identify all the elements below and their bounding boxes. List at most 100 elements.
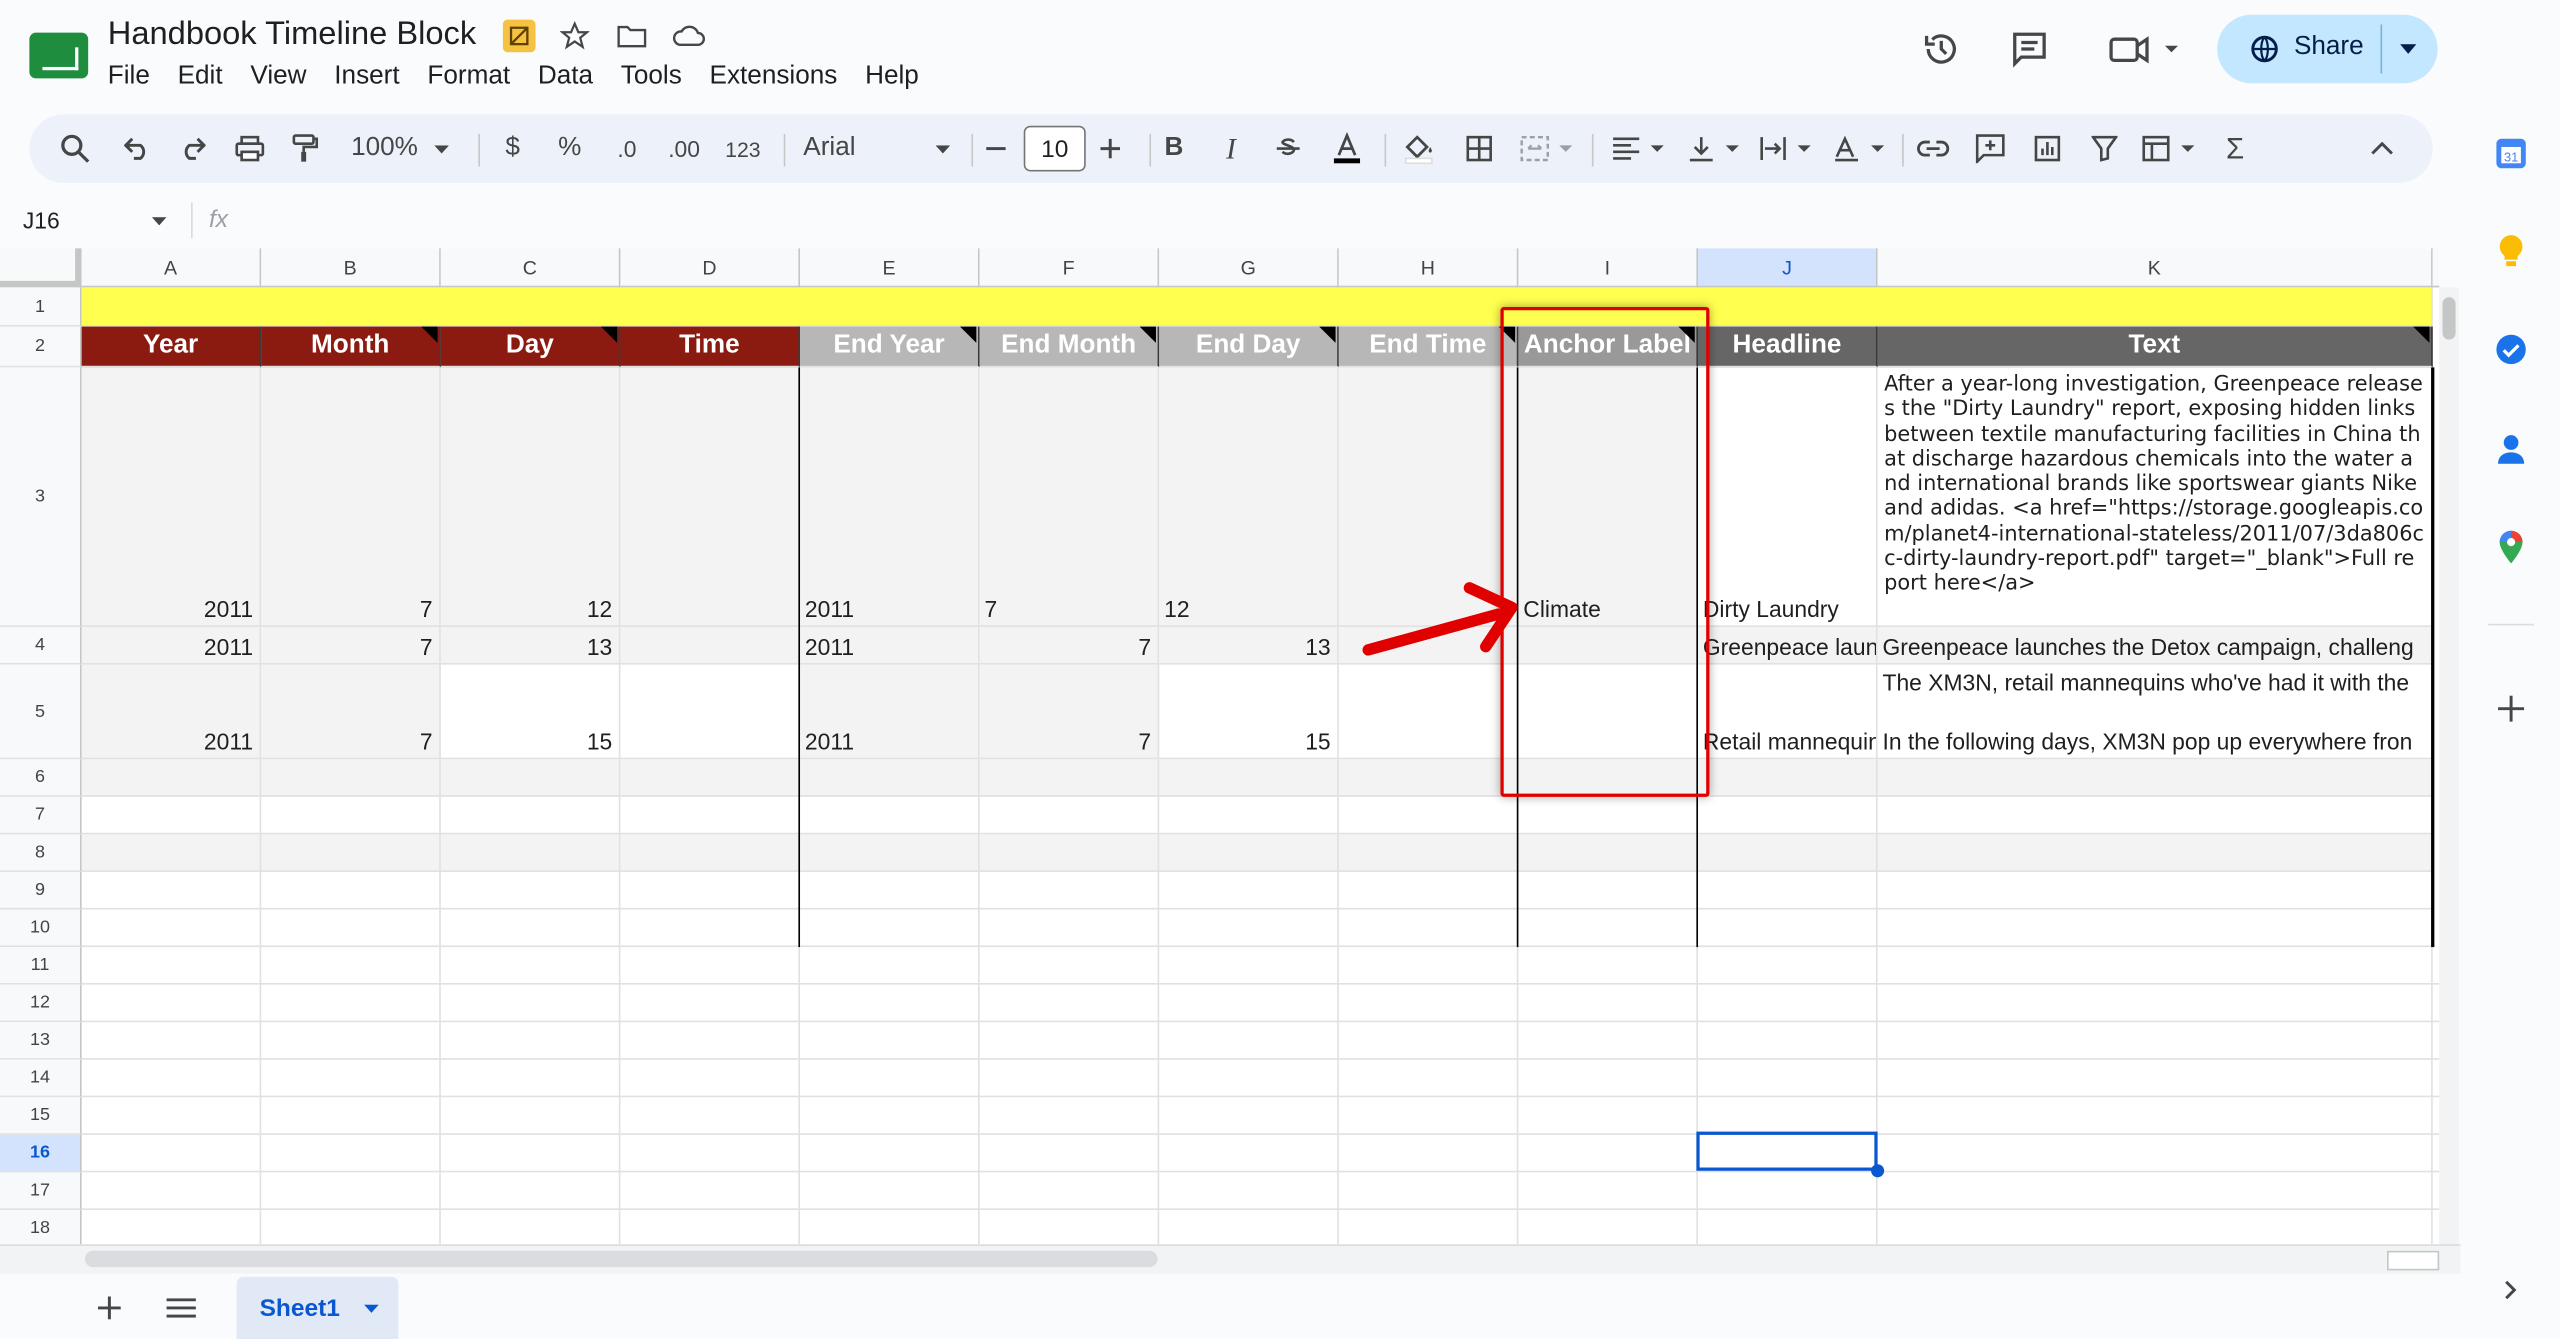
sheet-tab-sheet1[interactable]: Sheet1 <box>236 1276 399 1339</box>
menu-help[interactable]: Help <box>865 62 933 91</box>
gridlines <box>81 326 2440 1245</box>
redo-icon[interactable] <box>173 114 212 183</box>
share-dropdown-icon[interactable] <box>2400 44 2417 54</box>
folder-icon[interactable] <box>616 20 649 53</box>
chevron-down-icon <box>434 144 449 153</box>
calendar-icon[interactable]: 31 <box>2492 134 2531 173</box>
vertical-scrollbar[interactable] <box>2439 287 2459 1245</box>
contacts-icon[interactable] <box>2492 429 2531 468</box>
toolbar-divider <box>1384 133 1387 167</box>
svg-text:31: 31 <box>2504 150 2519 165</box>
strikethrough-icon[interactable] <box>1269 114 1308 183</box>
side-panel-divider <box>2488 623 2534 626</box>
menu-file[interactable]: File <box>108 62 165 91</box>
toolbar-divider <box>783 133 786 167</box>
increase-font-size-button[interactable] <box>1091 114 1130 183</box>
insert-chart-icon[interactable] <box>2028 114 2067 183</box>
collapse-toolbar-icon[interactable] <box>2363 114 2402 183</box>
font-value: Arial <box>803 133 856 162</box>
meet-icon[interactable] <box>2103 28 2181 70</box>
tasks-icon[interactable] <box>2492 330 2531 369</box>
percent-format-button[interactable]: % <box>550 114 589 183</box>
zoom-select[interactable]: 100% <box>343 114 457 183</box>
more-formats-button[interactable]: 123 <box>720 114 766 183</box>
sheets-logo[interactable] <box>29 32 89 79</box>
add-sheet-icon[interactable] <box>91 1290 127 1326</box>
formula-input[interactable] <box>245 199 2449 241</box>
paint-format-icon[interactable] <box>286 114 325 183</box>
text-color-icon[interactable] <box>1326 114 1368 183</box>
version-history-icon[interactable] <box>1920 28 1962 70</box>
undo-icon[interactable] <box>118 114 157 183</box>
decrease-font-size-button[interactable] <box>976 114 1015 183</box>
toolbar-divider <box>1149 133 1152 167</box>
toolbar-divider <box>971 133 974 167</box>
toolbar: 100% $ % .0 .00 123 Arial 10 B I Σ <box>29 114 2433 183</box>
menu-insert[interactable]: Insert <box>334 62 414 91</box>
scroll-arrows[interactable] <box>2387 1250 2440 1271</box>
side-panel <box>2460 0 2560 1339</box>
star-icon[interactable] <box>558 20 591 53</box>
vertical-scrollbar-thumb[interactable] <box>2442 297 2456 340</box>
menu-data[interactable]: Data <box>538 62 608 91</box>
text-rotation-icon[interactable] <box>1827 114 1892 183</box>
fx-icon: fx <box>208 205 229 234</box>
horizontal-align-icon[interactable] <box>1607 114 1672 183</box>
font-size-input[interactable]: 10 <box>1023 125 1086 172</box>
toolbar-divider <box>1591 133 1594 167</box>
filter-views-icon[interactable] <box>2137 114 2202 183</box>
merge-cells-icon[interactable] <box>1515 114 1580 183</box>
name-box-dropdown-icon[interactable] <box>151 217 167 226</box>
insert-link-icon[interactable] <box>1914 114 1953 183</box>
filter-icon[interactable] <box>2085 114 2124 183</box>
share-button[interactable]: Share <box>2217 14 2438 84</box>
move-to-folder-icon[interactable] <box>502 19 536 53</box>
currency-format-button[interactable]: $ <box>493 114 532 183</box>
italic-button[interactable]: I <box>1211 114 1250 183</box>
chevron-down-icon <box>935 144 951 153</box>
vertical-align-icon[interactable] <box>1682 114 1747 183</box>
bold-button[interactable]: B <box>1154 114 1193 183</box>
border-line <box>798 367 801 948</box>
document-title[interactable]: Handbook Timeline Block <box>108 16 476 54</box>
share-label: Share <box>2293 32 2364 61</box>
chevron-down-icon[interactable] <box>364 1304 379 1313</box>
annotation-highlight-box <box>1500 306 1710 797</box>
sheet-tab-label: Sheet1 <box>259 1294 340 1323</box>
font-select[interactable]: Arial <box>803 114 951 183</box>
menu-tools[interactable]: Tools <box>621 62 697 91</box>
fill-handle[interactable] <box>1871 1164 1885 1178</box>
horizontal-scrollbar-thumb[interactable] <box>84 1250 1158 1268</box>
menu-edit[interactable]: Edit <box>178 62 238 91</box>
selected-cell-j16[interactable] <box>1696 1131 1878 1171</box>
increase-decimal-button[interactable]: .00 <box>660 114 709 183</box>
menu-format[interactable]: Format <box>427 62 524 91</box>
comments-icon[interactable] <box>2008 28 2050 70</box>
spreadsheet-grid[interactable]: A B C D E F G H I J K 1 2 3 4 5 6 7 8 9 … <box>0 248 2440 1245</box>
menu-view[interactable]: View <box>250 62 321 91</box>
menu-extensions[interactable]: Extensions <box>710 62 852 91</box>
annotation-arrow-icon <box>1362 582 1518 656</box>
toolbar-divider <box>478 133 481 167</box>
border-line <box>2431 367 2435 948</box>
keep-icon[interactable] <box>2492 232 2531 271</box>
decrease-decimal-button[interactable]: .0 <box>604 114 650 183</box>
formula-bar-divider <box>191 202 193 239</box>
toolbar-divider <box>1902 133 1904 167</box>
insert-comment-icon[interactable] <box>1971 114 2010 183</box>
show-side-panel-icon[interactable] <box>2495 1274 2528 1307</box>
print-icon[interactable] <box>230 114 269 183</box>
zoom-value: 100% <box>351 133 418 162</box>
share-divider <box>2380 24 2383 74</box>
menu-bar: File Edit View Insert Format Data Tools … <box>108 62 947 91</box>
text-wrapping-icon[interactable] <box>1754 114 1819 183</box>
name-box[interactable]: J16 <box>23 207 60 233</box>
functions-button[interactable]: Σ <box>2216 114 2255 183</box>
get-add-ons-icon[interactable] <box>2492 689 2531 728</box>
search-menus-icon[interactable] <box>56 114 95 183</box>
all-sheets-icon[interactable] <box>162 1290 201 1326</box>
cloud-saved-icon[interactable] <box>671 20 707 53</box>
borders-icon[interactable] <box>1460 114 1499 183</box>
maps-icon[interactable] <box>2492 527 2531 566</box>
fill-color-icon[interactable] <box>1398 114 1440 183</box>
